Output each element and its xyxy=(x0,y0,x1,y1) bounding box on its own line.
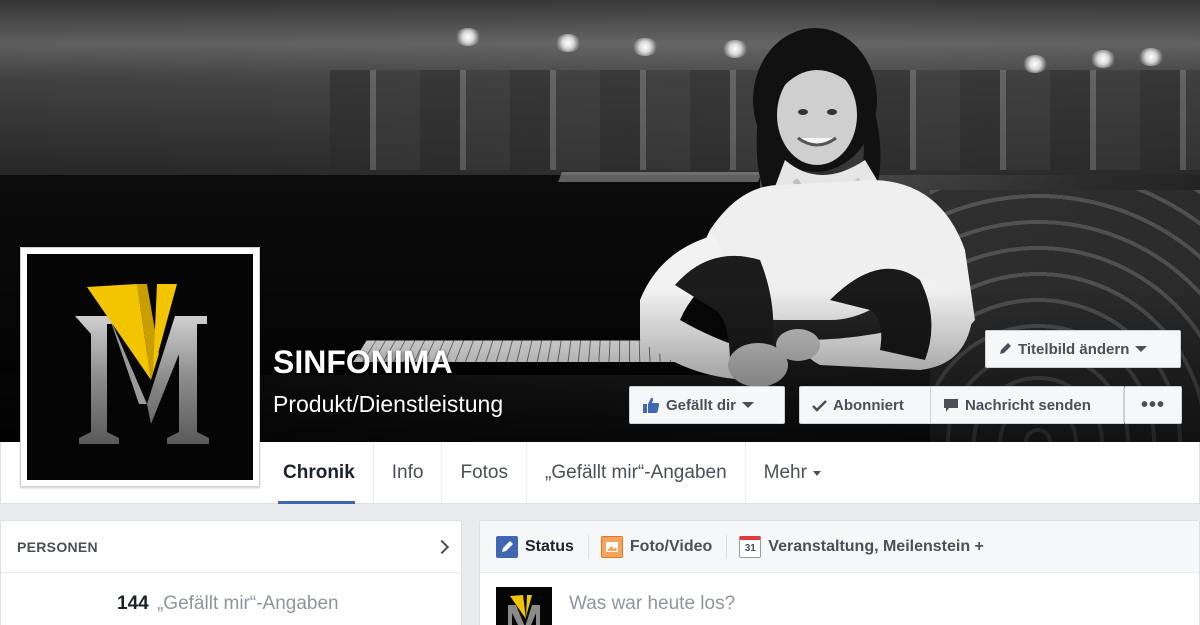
photo-icon xyxy=(600,535,623,558)
subscribed-button[interactable]: Abonniert xyxy=(799,386,931,424)
people-card: PERSONEN 144 „Gefällt mir“-Angaben xyxy=(0,520,462,625)
page-category: Produkt/Dienstleistung xyxy=(273,391,504,417)
page-actions-group: Abonniert Nachricht senden xyxy=(799,386,1124,424)
people-card-title: PERSONEN xyxy=(17,538,98,555)
tab-label: Fotos xyxy=(460,462,509,483)
profile-picture[interactable] xyxy=(20,247,260,487)
cover-lamp xyxy=(455,28,481,46)
chevron-right-icon[interactable] xyxy=(434,539,450,554)
likes-label: „Gefällt mir“-Angaben xyxy=(156,593,339,614)
cover-lamp xyxy=(1022,55,1048,73)
message-icon xyxy=(944,398,958,412)
tab-info[interactable]: Info xyxy=(374,442,443,504)
page-tabs: Chronik Info Fotos „Gefällt mir“-Angaben… xyxy=(265,442,839,504)
chevron-down-icon xyxy=(1135,346,1148,352)
more-options-button[interactable]: ••• xyxy=(1124,386,1182,424)
tab-label: Chronik xyxy=(283,462,355,483)
cover-lamp xyxy=(1138,48,1164,66)
post-composer: Status Foto/Video 31 Veranstaltung, Meil… xyxy=(479,520,1200,625)
people-card-header[interactable]: PERSONEN xyxy=(1,521,461,573)
checkmark-icon xyxy=(812,399,827,412)
cover-lamp xyxy=(1090,50,1116,68)
tab-label: Mehr xyxy=(763,462,807,483)
composer-tab-label: Foto/Video xyxy=(629,537,713,555)
composer-tab-photo-video[interactable]: Foto/Video xyxy=(600,534,728,559)
chevron-down-icon xyxy=(812,470,821,476)
composer-input[interactable]: Was war heute los? xyxy=(569,593,735,615)
tab-chronik[interactable]: Chronik xyxy=(265,442,374,504)
page-title: SINFONIMA xyxy=(273,344,453,380)
calendar-day: 31 xyxy=(744,542,756,554)
tab-more[interactable]: Mehr xyxy=(746,442,839,504)
like-label: Gefällt dir xyxy=(666,396,737,414)
composer-tab-label: Status xyxy=(525,537,574,555)
logo xyxy=(27,254,253,480)
thumbs-up-icon xyxy=(643,397,660,413)
change-cover-button[interactable]: Titelbild ändern xyxy=(985,330,1181,368)
tab-label: „Gefällt mir“-Angaben xyxy=(545,462,727,483)
composer-tab-label: Veranstaltung, Meilenstein + xyxy=(768,537,984,555)
more-options-icon: ••• xyxy=(1140,393,1165,416)
chevron-down-icon xyxy=(742,402,755,408)
tab-likes[interactable]: „Gefällt mir“-Angaben xyxy=(527,442,746,504)
change-cover-label: Titelbild ändern xyxy=(1018,340,1130,358)
composer-tab-status[interactable]: Status xyxy=(496,534,589,559)
like-button[interactable]: Gefällt dir xyxy=(629,386,785,424)
composer-tabs: Status Foto/Video 31 Veranstaltung, Meil… xyxy=(480,521,1199,573)
sinfonima-logo-icon xyxy=(75,284,209,444)
pencil-icon xyxy=(1000,343,1011,354)
likes-summary: 144 „Gefällt mir“-Angaben xyxy=(117,593,339,615)
pencil-icon xyxy=(496,535,518,558)
sinfonima-logo-icon xyxy=(508,595,540,625)
avatar xyxy=(496,587,552,625)
send-message-button[interactable]: Nachricht senden xyxy=(931,386,1124,424)
subscribed-label: Abonniert xyxy=(833,396,904,414)
tab-fotos[interactable]: Fotos xyxy=(442,442,528,504)
calendar-icon: 31 xyxy=(739,535,762,558)
composer-tab-event-milestone[interactable]: 31 Veranstaltung, Meilenstein + xyxy=(739,535,998,559)
send-message-label: Nachricht senden xyxy=(965,396,1091,414)
cover-lamp xyxy=(555,34,581,52)
tab-label: Info xyxy=(391,462,424,483)
likes-count: 144 xyxy=(117,593,149,614)
composer-body: Was war heute los? xyxy=(480,573,1199,625)
